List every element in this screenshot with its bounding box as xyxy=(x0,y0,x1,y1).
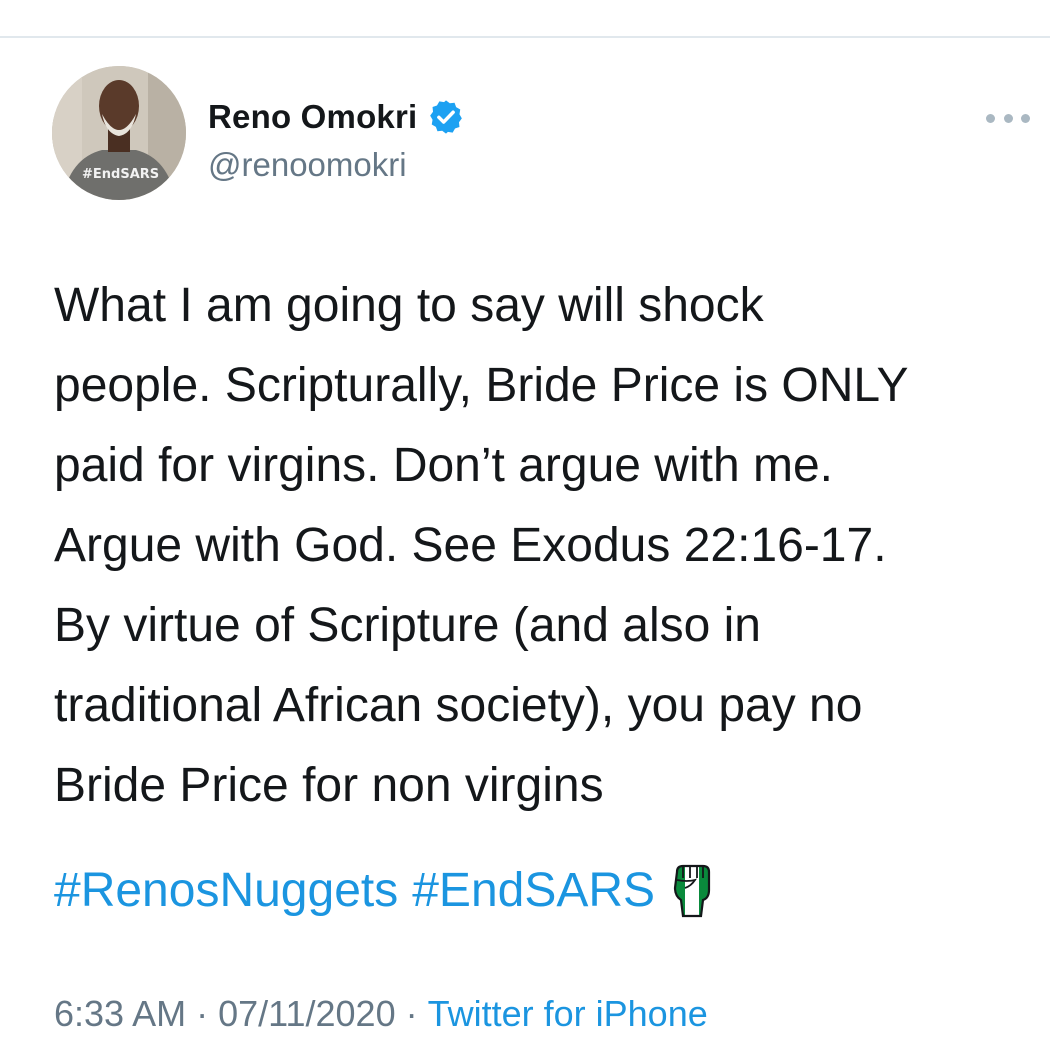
user-handle[interactable]: @renoomokri xyxy=(208,146,407,184)
verified-badge-icon xyxy=(427,98,465,136)
avatar-image: #EndSARS xyxy=(52,66,186,200)
tweet-source-link[interactable]: Twitter for iPhone xyxy=(428,993,708,1035)
meta-separator: · xyxy=(196,993,209,1034)
hashtag-link[interactable]: #EndSARS xyxy=(412,863,655,918)
tweet-text: What I am going to say will shock people… xyxy=(54,266,1034,826)
tweet-header: #EndSARS Reno Omokri @renoomokri xyxy=(52,66,1032,206)
tweet-line: traditional African society), you pay no xyxy=(54,679,863,732)
tweet-line: By virtue of Scripture (and also in xyxy=(54,599,761,652)
avatar[interactable]: #EndSARS xyxy=(52,66,186,200)
tweet-line: What I am going to say will shock xyxy=(54,279,764,332)
hashtags: #RenosNuggets #EndSARS xyxy=(54,850,713,930)
tweet-time[interactable]: 6:33 AM xyxy=(54,993,186,1035)
tweet-line: paid for virgins. Don’t argue with me. xyxy=(54,439,834,492)
tweet-meta: 6:33 AM · 07/11/2020 · Twitter for iPhon… xyxy=(54,986,708,1042)
avatar-shirt-text: #EndSARS xyxy=(82,167,159,182)
display-name[interactable]: Reno Omokri xyxy=(208,98,417,136)
tweet-line: people. Scripturally, Bride Price is ONL… xyxy=(54,359,909,412)
tweet-line: Bride Price for non virgins xyxy=(54,759,604,812)
raised-fist-nigeria-flag-icon xyxy=(669,862,713,918)
tweet-line: Argue with God. See Exodus 22:16-17. xyxy=(54,519,887,572)
tweet-date[interactable]: 07/11/2020 xyxy=(218,993,396,1035)
hashtag-link[interactable]: #RenosNuggets xyxy=(54,863,398,918)
meta-separator: · xyxy=(405,993,418,1034)
more-icon[interactable] xyxy=(986,110,1030,126)
top-divider xyxy=(0,36,1050,38)
display-name-row: Reno Omokri xyxy=(208,94,465,140)
